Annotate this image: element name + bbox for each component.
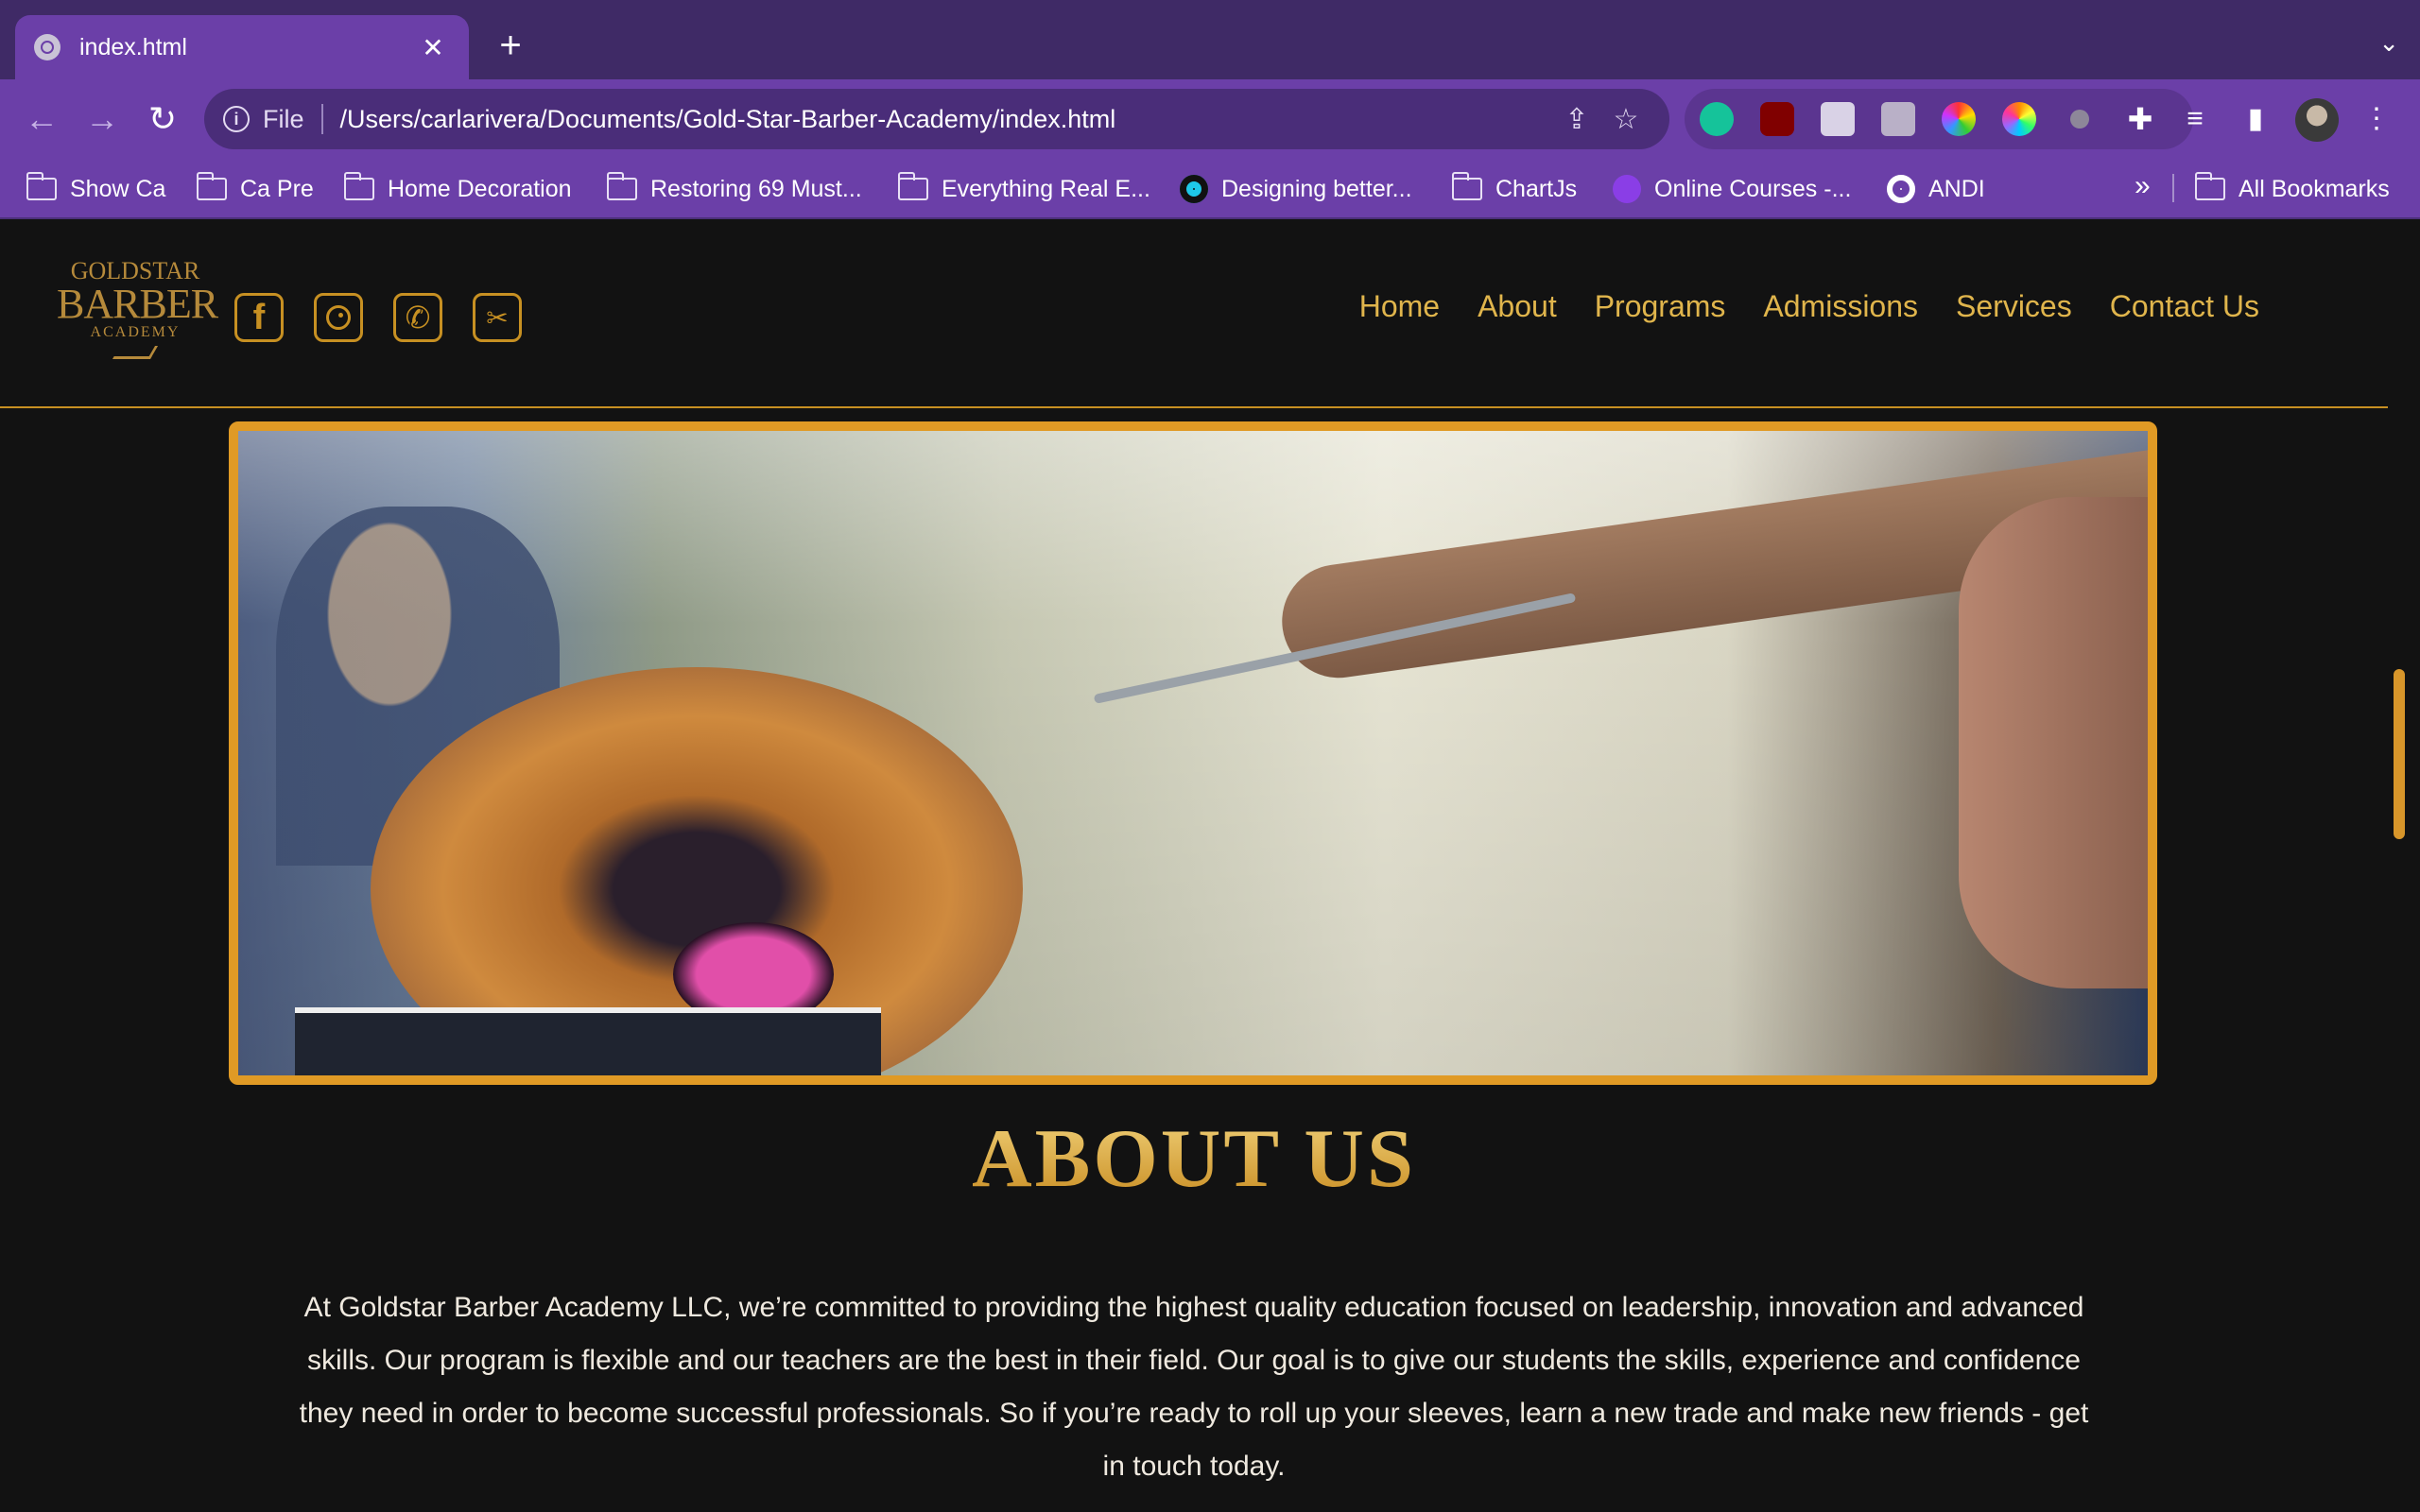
nav-programs[interactable]: Programs bbox=[1595, 289, 1726, 324]
barber-clipper-icon[interactable]: ✂ bbox=[473, 293, 522, 342]
main-nav: Home About Programs Admissions Services … bbox=[1359, 289, 2259, 324]
all-bookmarks-label: All Bookmarks bbox=[2238, 175, 2390, 202]
side-panel-icon[interactable]: ▮ bbox=[2233, 96, 2278, 142]
profile-avatar[interactable] bbox=[2295, 98, 2339, 142]
ublock-extension-icon[interactable] bbox=[1754, 96, 1800, 142]
site-icon bbox=[1613, 175, 1641, 203]
logo-line-2: BARBER bbox=[57, 281, 218, 327]
bookmark-item[interactable]: ChartJs bbox=[1452, 172, 1577, 206]
all-bookmarks-button[interactable]: All Bookmarks bbox=[2195, 172, 2390, 206]
bookmark-item[interactable]: Home Decoration bbox=[344, 172, 572, 206]
logo-razor-icon bbox=[112, 346, 159, 359]
bookmark-label: Show Ca bbox=[70, 175, 166, 202]
forward-button[interactable]: → bbox=[79, 96, 125, 142]
folder-icon bbox=[898, 172, 928, 200]
address-bar[interactable]: i File /Users/carlarivera/Documents/Gold… bbox=[204, 89, 1669, 149]
folder-icon bbox=[197, 172, 227, 200]
bookmark-label: Home Decoration bbox=[388, 175, 572, 202]
bookmarks-bar: Show Ca Ca Pre Home Decoration Restoring… bbox=[0, 159, 2420, 219]
folder-icon bbox=[607, 172, 637, 200]
bookmark-item[interactable]: Show Ca bbox=[26, 172, 165, 206]
extensions-puzzle-icon[interactable]: ✚ bbox=[2118, 96, 2163, 142]
globe-icon bbox=[34, 34, 60, 60]
bookmark-star-icon[interactable]: ☆ bbox=[1601, 103, 1651, 136]
nav-about[interactable]: About bbox=[1478, 289, 1557, 324]
address-url[interactable]: /Users/carlarivera/Documents/Gold-Star-B… bbox=[340, 105, 1552, 134]
color-wheel-extension-icon[interactable] bbox=[1996, 96, 2042, 142]
about-paragraph: At Goldstar Barber Academy LLC, we’re co… bbox=[299, 1292, 2089, 1482]
extension-icon[interactable] bbox=[2057, 96, 2102, 142]
menu-kebab-icon[interactable]: ⋮ bbox=[2354, 96, 2399, 142]
instagram-ring bbox=[326, 305, 351, 330]
bookmark-label: ChartJs bbox=[1495, 175, 1578, 202]
goldstar-logo[interactable]: GOLDSTAR BARBER ACADEMY bbox=[57, 259, 218, 374]
client-collar bbox=[295, 1007, 881, 1075]
folder-icon bbox=[344, 172, 374, 200]
bookmark-label: ANDI bbox=[1928, 175, 1985, 202]
share-icon[interactable]: ⇪ bbox=[1552, 103, 1601, 136]
bookmark-label: Everything Real E... bbox=[942, 175, 1150, 202]
folder-icon bbox=[2195, 172, 2225, 200]
bookmark-label: Designing better... bbox=[1221, 175, 1412, 202]
web-page: GOLDSTAR BARBER ACADEMY f ✆ ✂ Home About… bbox=[0, 221, 2420, 1512]
extension-icon[interactable] bbox=[1876, 96, 1921, 142]
tab-title: index.html bbox=[79, 33, 187, 60]
bookmark-label: Restoring 69 Must... bbox=[650, 175, 862, 202]
bookmark-item[interactable]: ANDI bbox=[1887, 172, 1985, 206]
bitwarden-extension-icon[interactable] bbox=[1815, 96, 1860, 142]
globe-icon bbox=[1887, 175, 1915, 203]
close-tab-icon[interactable]: ✕ bbox=[416, 32, 450, 63]
phone-icon[interactable]: ✆ bbox=[393, 293, 442, 342]
nav-admissions[interactable]: Admissions bbox=[1763, 289, 1918, 324]
bookmark-item[interactable]: Online Courses -... bbox=[1613, 172, 1851, 206]
instagram-icon[interactable] bbox=[314, 293, 363, 342]
facebook-icon[interactable]: f bbox=[234, 293, 284, 342]
barber-face bbox=[1959, 497, 2148, 988]
color-picker-extension-icon[interactable] bbox=[1936, 96, 1981, 142]
bookmarks-overflow-button[interactable]: » bbox=[2135, 170, 2151, 202]
browser-tab[interactable]: index.html ✕ bbox=[15, 15, 469, 79]
nav-home[interactable]: Home bbox=[1359, 289, 1440, 324]
page-scrollbar-thumb[interactable] bbox=[2394, 669, 2405, 839]
bookmark-item[interactable]: Ca Pre bbox=[197, 172, 314, 206]
tab-strip: index.html ✕ + ⌄ bbox=[0, 0, 2420, 79]
new-tab-button[interactable]: + bbox=[488, 25, 533, 66]
about-heading: ABOUT US bbox=[0, 1111, 2388, 1207]
grammarly-extension-icon[interactable] bbox=[1694, 96, 1739, 142]
address-scheme: File bbox=[263, 104, 304, 133]
info-icon[interactable]: i bbox=[223, 106, 250, 132]
reload-button[interactable]: ↻ bbox=[140, 96, 185, 142]
browser-toolbar: ← → ↻ i File /Users/carlarivera/Document… bbox=[0, 79, 2420, 159]
reading-list-icon[interactable]: ≡ bbox=[2172, 96, 2218, 142]
logo-line-3: ACADEMY bbox=[90, 324, 181, 340]
extensions-area: ✚ bbox=[1685, 89, 2193, 149]
nav-contact-us[interactable]: Contact Us bbox=[2110, 289, 2259, 324]
bookmark-label: Ca Pre bbox=[240, 175, 314, 202]
nav-services[interactable]: Services bbox=[1956, 289, 2072, 324]
folder-icon bbox=[1452, 172, 1482, 200]
bookmark-item[interactable]: Restoring 69 Must... bbox=[607, 172, 862, 206]
site-icon bbox=[1180, 175, 1208, 203]
back-button[interactable]: ← bbox=[19, 96, 64, 142]
bookmark-item[interactable]: Everything Real E... bbox=[898, 172, 1150, 206]
address-divider bbox=[320, 104, 323, 134]
bookmark-label: Online Courses -... bbox=[1654, 175, 1852, 202]
site-header: GOLDSTAR BARBER ACADEMY f ✆ ✂ Home About… bbox=[0, 221, 2388, 408]
hero-image bbox=[229, 421, 2157, 1085]
bookmark-item[interactable]: Designing better... bbox=[1180, 172, 1412, 206]
bookmarks-divider bbox=[2172, 174, 2174, 202]
tab-search-chevron-icon[interactable]: ⌄ bbox=[2378, 28, 2399, 58]
folder-icon bbox=[26, 172, 57, 200]
